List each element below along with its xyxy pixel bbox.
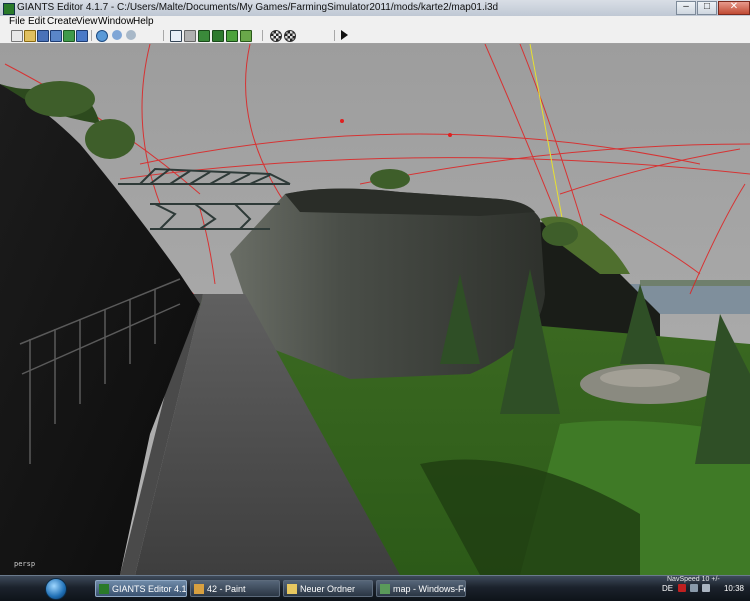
task-label: map - Windows-Fot... <box>393 584 465 594</box>
terrain-paint-icon[interactable] <box>212 30 224 42</box>
task-label: GIANTS Editor 4.1.7 ... <box>112 584 187 594</box>
nav-speed-status: NavSpeed 10 +/- <box>667 576 720 583</box>
scene-render <box>0 44 750 575</box>
3d-viewport[interactable]: persp <box>0 44 750 575</box>
maximize-button[interactable]: □ <box>697 1 717 15</box>
redo-icon[interactable] <box>126 30 136 40</box>
render-icon[interactable] <box>270 30 282 42</box>
light-point-marker <box>448 133 452 137</box>
menu-file[interactable]: File <box>9 16 25 28</box>
toolbar-separator <box>262 30 263 41</box>
menu-create[interactable]: Create <box>47 16 77 28</box>
minimize-icon: – <box>683 1 689 12</box>
toolbar-separator <box>163 30 164 41</box>
open-file-icon[interactable] <box>24 30 36 42</box>
menu-edit[interactable]: Edit <box>28 16 45 28</box>
taskbar-item-giants-editor[interactable]: GIANTS Editor 4.1.7 ... <box>95 580 187 597</box>
foliage-paint-icon[interactable] <box>226 30 238 42</box>
taskbar: GIANTS Editor 4.1.7 ... 42 - Paint Neuer… <box>0 575 750 601</box>
photo-viewer-icon <box>380 584 390 594</box>
toggle-icon[interactable] <box>96 30 108 42</box>
terrain-sculpt-icon[interactable] <box>198 30 210 42</box>
menu-help[interactable]: Help <box>133 16 154 28</box>
giants-editor-icon <box>99 584 109 594</box>
paint-icon <box>194 584 204 594</box>
giants-editor-icon <box>3 3 15 15</box>
new-file-icon[interactable] <box>11 30 23 42</box>
toolbar <box>0 28 750 44</box>
light-point-marker <box>340 119 344 123</box>
move-tool-icon[interactable] <box>184 30 196 42</box>
select-tool-icon[interactable] <box>170 30 182 42</box>
antivirus-icon[interactable] <box>678 584 686 592</box>
language-indicator[interactable]: DE <box>662 584 673 593</box>
taskbar-item-photo-viewer[interactable]: map - Windows-Fot... <box>376 580 466 597</box>
toolbar-separator <box>334 30 335 41</box>
clock[interactable]: 10:38 <box>724 584 744 593</box>
import-icon[interactable] <box>76 30 88 42</box>
network-icon[interactable] <box>690 584 698 592</box>
close-icon: ✕ <box>729 1 739 12</box>
taskbar-item-folder[interactable]: Neuer Ordner <box>283 580 373 597</box>
title-bar: GIANTS Editor 4.1.7 - C:/Users/Malte/Doc… <box>0 0 750 17</box>
menu-bar: File Edit Create View Window Help <box>0 16 750 28</box>
window-title: GIANTS Editor 4.1.7 - C:/Users/Malte/Doc… <box>17 2 499 13</box>
save-as-icon[interactable] <box>50 30 62 42</box>
save-icon[interactable] <box>37 30 49 42</box>
play-icon[interactable] <box>341 30 348 40</box>
close-button[interactable]: ✕ <box>718 1 750 15</box>
menu-window[interactable]: Window <box>98 16 134 28</box>
window-controls: – □ ✕ <box>675 0 750 16</box>
maximize-icon: □ <box>703 1 711 12</box>
start-button[interactable] <box>45 578 67 600</box>
folder-icon <box>287 584 297 594</box>
toolbar-separator <box>91 30 92 41</box>
task-label: 42 - Paint <box>207 584 246 594</box>
volume-icon[interactable] <box>702 584 710 592</box>
physics-icon[interactable] <box>284 30 296 42</box>
fill-icon[interactable] <box>240 30 252 42</box>
rock-plateau <box>230 188 545 379</box>
undo-icon[interactable] <box>112 30 122 40</box>
task-label: Neuer Ordner <box>300 584 356 594</box>
menu-view[interactable]: View <box>76 16 98 28</box>
taskbar-item-paint[interactable]: 42 - Paint <box>190 580 280 597</box>
export-icon[interactable] <box>63 30 75 42</box>
minimize-button[interactable]: – <box>676 1 696 15</box>
camera-label: persp <box>14 560 36 568</box>
